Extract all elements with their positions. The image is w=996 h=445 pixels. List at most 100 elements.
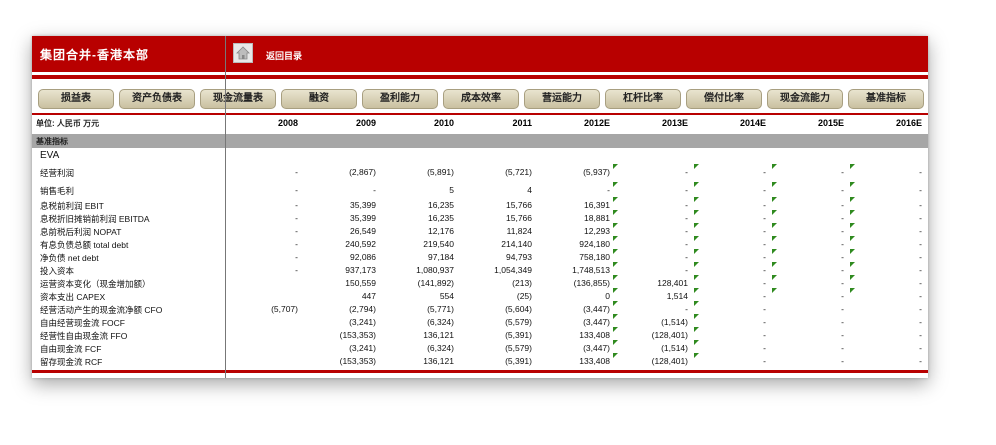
table-cell[interactable]: - [846,317,922,327]
table-cell[interactable]: - [690,304,766,314]
table-cell[interactable]: (3,241) [300,317,376,327]
table-cell[interactable]: - [612,213,688,223]
table-cell[interactable]: (5,604) [456,304,532,314]
table-cell[interactable]: - [690,330,766,340]
table-cell[interactable]: (128,401) [612,356,688,366]
back-to-contents-link[interactable]: 返回目录 [266,49,302,62]
table-cell[interactable]: - [846,356,922,366]
table-cell[interactable]: - [768,317,844,327]
table-cell[interactable]: (5,391) [456,330,532,340]
table-cell[interactable]: - [690,265,766,275]
table-cell[interactable]: - [222,252,298,262]
table-cell[interactable]: - [768,167,844,177]
table-cell[interactable]: (3,241) [300,343,376,353]
tab-9[interactable]: 现金流能力 [767,89,843,109]
table-cell[interactable]: - [222,239,298,249]
table-cell[interactable]: - [846,265,922,275]
tab-8[interactable]: 偿付比率 [686,89,762,109]
tab-0[interactable]: 损益表 [38,89,114,109]
table-cell[interactable]: - [846,343,922,353]
table-cell[interactable]: - [612,167,688,177]
table-cell[interactable]: - [768,278,844,288]
table-cell[interactable]: - [846,330,922,340]
table-cell[interactable]: - [768,356,844,366]
table-cell[interactable]: - [222,200,298,210]
table-cell[interactable]: 214,140 [456,239,532,249]
table-cell[interactable]: 12,176 [378,226,454,236]
table-cell[interactable]: 758,180 [534,252,610,262]
table-cell[interactable]: (3,447) [534,317,610,327]
table-cell[interactable]: (213) [456,278,532,288]
table-cell[interactable]: - [612,185,688,195]
table-cell[interactable]: - [222,226,298,236]
table-cell[interactable]: (6,324) [378,317,454,327]
table-cell[interactable]: 1,054,349 [456,265,532,275]
table-cell[interactable]: - [222,167,298,177]
table-cell[interactable]: (136,855) [534,278,610,288]
table-cell[interactable]: - [846,213,922,223]
table-cell[interactable]: (5,771) [378,304,454,314]
table-cell[interactable]: (1,514) [612,317,688,327]
table-cell[interactable]: 1,514 [612,291,688,301]
table-cell[interactable]: - [612,239,688,249]
table-cell[interactable]: 94,793 [456,252,532,262]
table-cell[interactable]: - [846,252,922,262]
table-cell[interactable]: 937,173 [300,265,376,275]
table-cell[interactable]: 1,080,937 [378,265,454,275]
table-cell[interactable]: - [690,239,766,249]
table-cell[interactable]: (5,707) [222,304,298,314]
table-cell[interactable]: 447 [300,291,376,301]
table-cell[interactable]: (128,401) [612,330,688,340]
table-cell[interactable]: (3,447) [534,343,610,353]
table-cell[interactable]: - [612,226,688,236]
table-cell[interactable]: 133,408 [534,356,610,366]
table-cell[interactable]: 12,293 [534,226,610,236]
home-button[interactable] [233,43,253,63]
table-cell[interactable]: - [690,291,766,301]
table-cell[interactable]: - [768,200,844,210]
table-cell[interactable]: (141,892) [378,278,454,288]
table-cell[interactable]: 133,408 [534,330,610,340]
table-cell[interactable]: 128,401 [612,278,688,288]
table-cell[interactable]: 4 [456,185,532,195]
table-cell[interactable]: - [846,291,922,301]
table-cell[interactable]: - [846,185,922,195]
table-cell[interactable]: - [690,213,766,223]
table-cell[interactable]: - [222,265,298,275]
table-cell[interactable]: - [768,252,844,262]
table-cell[interactable]: 554 [378,291,454,301]
table-cell[interactable]: 18,881 [534,213,610,223]
table-cell[interactable]: (153,353) [300,356,376,366]
table-cell[interactable]: - [768,213,844,223]
table-cell[interactable]: 97,184 [378,252,454,262]
table-cell[interactable]: - [222,185,298,195]
table-cell[interactable]: - [768,330,844,340]
table-cell[interactable]: (5,391) [456,356,532,366]
table-cell[interactable]: - [690,252,766,262]
table-cell[interactable]: 15,766 [456,213,532,223]
tab-4[interactable]: 盈利能力 [362,89,438,109]
table-cell[interactable]: - [300,185,376,195]
table-cell[interactable]: 924,180 [534,239,610,249]
table-cell[interactable]: - [534,185,610,195]
table-cell[interactable]: (5,937) [534,167,610,177]
tab-7[interactable]: 杠杆比率 [605,89,681,109]
table-cell[interactable]: - [768,239,844,249]
table-cell[interactable]: - [846,200,922,210]
table-cell[interactable]: (2,867) [300,167,376,177]
table-cell[interactable]: 15,766 [456,200,532,210]
table-cell[interactable]: - [612,265,688,275]
table-cell[interactable]: - [846,239,922,249]
table-cell[interactable]: (3,447) [534,304,610,314]
table-cell[interactable]: - [612,200,688,210]
table-cell[interactable]: - [690,278,766,288]
table-cell[interactable]: - [768,304,844,314]
table-cell[interactable]: (1,514) [612,343,688,353]
table-cell[interactable]: 26,549 [300,226,376,236]
tab-5[interactable]: 成本效率 [443,89,519,109]
table-cell[interactable]: - [846,226,922,236]
table-cell[interactable]: 16,391 [534,200,610,210]
table-cell[interactable]: - [846,278,922,288]
table-cell[interactable]: - [690,356,766,366]
table-cell[interactable]: - [768,185,844,195]
